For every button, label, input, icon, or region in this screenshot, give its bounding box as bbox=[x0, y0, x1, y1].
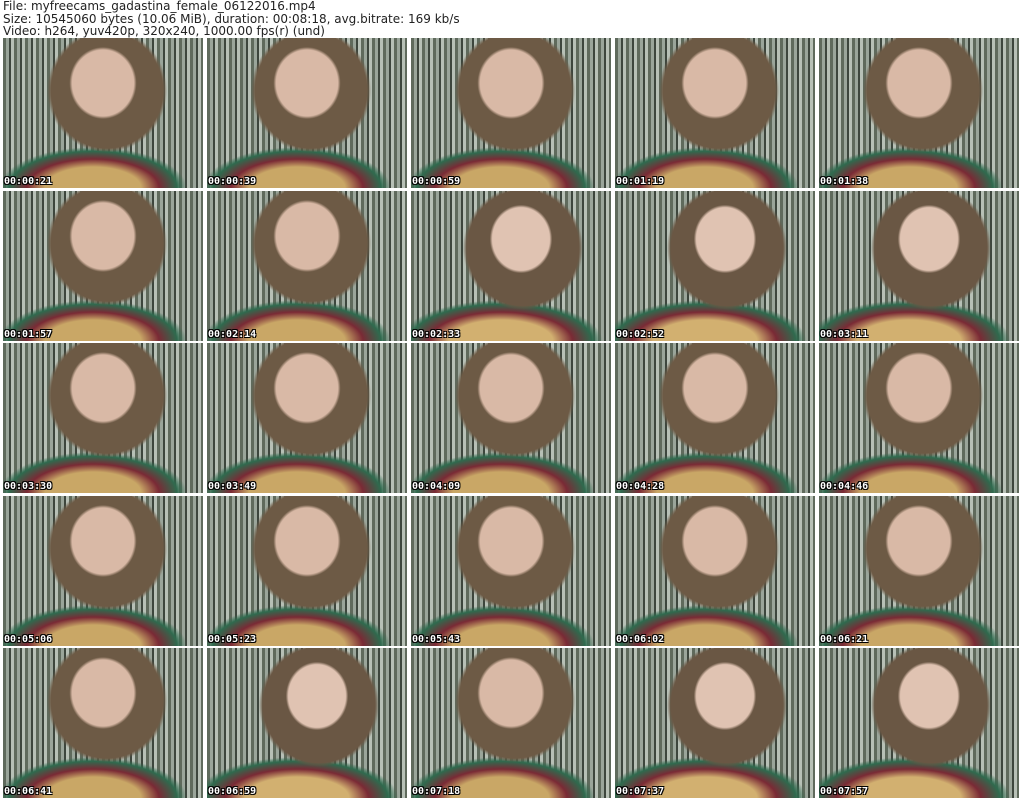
thumbnail-timestamp: 00:04:28 bbox=[616, 481, 665, 492]
thumbnail-timestamp: 00:02:52 bbox=[616, 328, 665, 340]
thumbnail-timestamp: 00:00:59 bbox=[412, 176, 461, 187]
thumbnail-timestamp: 00:06:41 bbox=[4, 786, 53, 797]
video-thumbnail: 00:01:57 bbox=[3, 190, 203, 341]
thumbnail-timestamp: 00:07:18 bbox=[412, 786, 461, 797]
video-thumbnail: 00:02:52 bbox=[615, 190, 815, 341]
video-thumbnail: 00:02:14 bbox=[207, 190, 407, 341]
thumbnail-timestamp: 00:01:19 bbox=[616, 176, 665, 187]
video-thumbnail: 00:02:33 bbox=[411, 190, 611, 341]
thumbnail-timestamp: 00:07:37 bbox=[616, 786, 665, 797]
thumbnail-timestamp: 00:06:59 bbox=[208, 786, 257, 797]
thumbnail-timestamp: 00:05:23 bbox=[208, 633, 257, 645]
thumbnail-timestamp: 00:04:09 bbox=[412, 481, 461, 492]
video-thumbnail: 00:03:11 bbox=[819, 190, 1019, 341]
video-info: Video: h264, yuv420p, 320x240, 1000.00 f… bbox=[3, 24, 325, 38]
thumbnail-timestamp: 00:07:57 bbox=[820, 786, 869, 797]
video-thumbnail: 00:05:23 bbox=[207, 495, 407, 646]
video-thumbnail: 00:06:59 bbox=[207, 648, 407, 798]
video-thumbnail: 00:00:59 bbox=[411, 38, 611, 188]
video-thumbnail: 00:06:21 bbox=[819, 495, 1019, 646]
thumbnail-timestamp: 00:05:43 bbox=[412, 633, 461, 645]
thumbnail-timestamp: 00:06:02 bbox=[616, 633, 665, 645]
thumbnail-timestamp: 00:04:46 bbox=[820, 481, 869, 492]
thumbnail-grid: 00:00:21 00:00:39 00:00:59 00:01:19 00:01:38… bbox=[3, 38, 1019, 798]
video-thumbnail: 00:00:21 bbox=[3, 38, 203, 188]
thumbnail-timestamp: 00:03:49 bbox=[208, 481, 257, 492]
video-thumbnail: 00:04:09 bbox=[411, 343, 611, 493]
thumbnail-timestamp: 00:01:38 bbox=[820, 176, 869, 187]
thumbnail-timestamp: 00:00:21 bbox=[4, 176, 53, 187]
thumbnail-timestamp: 00:03:11 bbox=[820, 328, 869, 340]
video-thumbnail: 00:00:39 bbox=[207, 38, 407, 188]
thumbnail-timestamp: 00:02:33 bbox=[412, 328, 461, 340]
thumbnail-timestamp: 00:03:30 bbox=[4, 481, 53, 492]
thumbnail-timestamp: 00:06:21 bbox=[820, 633, 869, 645]
video-thumbnail: 00:07:37 bbox=[615, 648, 815, 798]
video-thumbnail: 00:06:41 bbox=[3, 648, 203, 798]
thumbnail-timestamp: 00:02:14 bbox=[208, 328, 257, 340]
video-thumbnail: 00:04:46 bbox=[819, 343, 1019, 493]
video-thumbnail: 00:03:30 bbox=[3, 343, 203, 493]
video-thumbnail: 00:06:02 bbox=[615, 495, 815, 646]
file-name: File: myfreecams_gadastina_female_061220… bbox=[3, 0, 316, 13]
video-thumbnail: 00:05:43 bbox=[411, 495, 611, 646]
video-thumbnail: 00:07:57 bbox=[819, 648, 1019, 798]
thumbnail-timestamp: 00:00:39 bbox=[208, 176, 257, 187]
video-thumbnail: 00:05:06 bbox=[3, 495, 203, 646]
video-thumbnail: 00:01:19 bbox=[615, 38, 815, 188]
thumbnail-timestamp: 00:05:06 bbox=[4, 633, 53, 645]
video-thumbnail: 00:01:38 bbox=[819, 38, 1019, 188]
file-info-header: File: myfreecams_gadastina_female_061220… bbox=[3, 0, 460, 38]
video-thumbnail: 00:03:49 bbox=[207, 343, 407, 493]
thumbnail-timestamp: 00:01:57 bbox=[4, 328, 53, 340]
video-thumbnail: 00:07:18 bbox=[411, 648, 611, 798]
video-thumbnail: 00:04:28 bbox=[615, 343, 815, 493]
